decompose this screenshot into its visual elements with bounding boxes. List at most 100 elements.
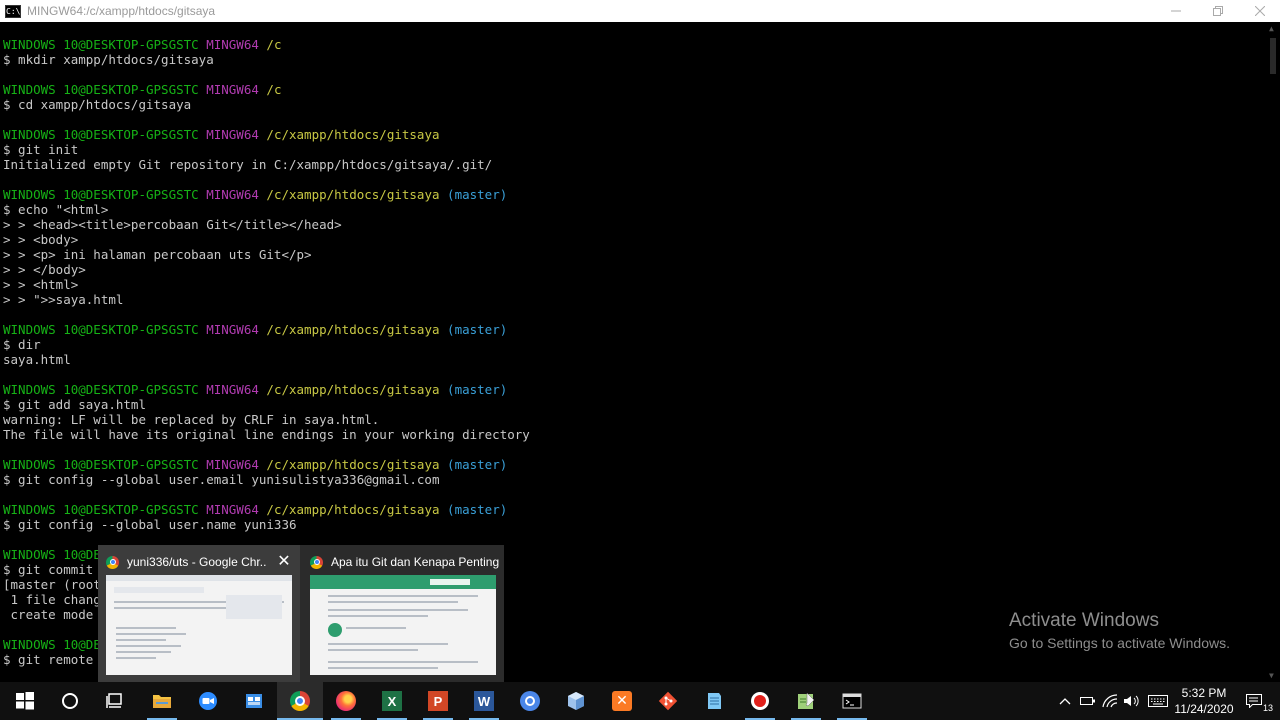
prompt-shell: MINGW64 <box>206 457 267 472</box>
chrome-icon <box>290 691 310 711</box>
taskbar-powerpoint[interactable]: P <box>415 682 461 720</box>
prompt-path: /c/xampp/htdocs/gitsaya <box>266 322 448 337</box>
scroll-down-icon[interactable]: ▼ <box>1269 671 1274 680</box>
prompt-user: WINDOWS 10@DESKTOP-GPSGSTC <box>3 382 207 397</box>
window-title: MINGW64:/c/xampp/htdocs/gitsaya <box>27 4 216 18</box>
window-title-bar[interactable]: C:\ MINGW64:/c/xampp/htdocs/gitsaya <box>0 0 1280 22</box>
taskbar-terminal[interactable] <box>829 682 875 720</box>
chrome-icon <box>310 555 323 569</box>
prompt-shell: MINGW64 <box>206 187 267 202</box>
scroll-up-icon[interactable]: ▲ <box>1269 24 1274 33</box>
taskbar-word[interactable]: W <box>461 682 507 720</box>
taskbar: X P W ✕ 5:32 PM 11/24/2020 13 <box>0 682 1280 720</box>
terminal-line: [master (root <box>3 577 101 592</box>
terminal-text: $ git config --global user.email yunisul… <box>3 472 440 487</box>
windows-start-icon <box>16 692 34 710</box>
terminal-line: > > <head><title>percobaan Git</title></… <box>3 217 342 232</box>
preview-window-article[interactable]: Apa itu Git dan Kenapa Penting... <box>302 545 504 682</box>
prompt-shell: MINGW64 <box>206 382 267 397</box>
activate-subtitle: Go to Settings to activate Windows. <box>1009 635 1230 651</box>
maximize-button[interactable] <box>1196 0 1240 22</box>
network-button[interactable] <box>1100 682 1120 720</box>
record-icon <box>751 692 769 710</box>
notepad-icon <box>708 693 721 709</box>
keyboard-button[interactable] <box>1146 682 1170 720</box>
close-button[interactable] <box>1238 0 1280 22</box>
taskbar-file-explorer[interactable] <box>139 682 185 720</box>
terminal-line: WINDOWS 10@DESKTOP-GPSGSTC MINGW64 /c/xa… <box>3 127 440 142</box>
preview-header: yuni336/uts - Google Chr... <box>106 553 296 571</box>
preview-header: Apa itu Git dan Kenapa Penting... <box>310 553 500 571</box>
terminal-line: WINDOWS 10@DE <box>3 637 101 652</box>
volume-button[interactable] <box>1122 682 1142 720</box>
terminal-text: $ git init <box>3 142 79 157</box>
terminal-text: [master (root <box>3 577 101 592</box>
activate-title: Activate Windows <box>1009 610 1159 631</box>
action-center-button[interactable] <box>1244 682 1264 720</box>
task-view-button[interactable] <box>92 682 138 720</box>
preview-close-button[interactable]: ✕ <box>274 551 294 571</box>
terminal-line: $ cd xampp/htdocs/gitsaya <box>3 97 191 112</box>
scrollbar-thumb[interactable] <box>1270 38 1276 74</box>
terminal-text: $ git add saya.html <box>3 397 146 412</box>
terminal-line: > > <body> <box>3 232 78 247</box>
terminal-text: create mode <box>3 607 101 622</box>
terminal-text: Initialized empty Git repository in C:/x… <box>3 157 493 172</box>
terminal-scrollbar[interactable]: ▲ ▼ <box>1266 22 1280 682</box>
terminal-text: > > <html> <box>3 277 79 292</box>
chrome-icon <box>106 555 119 569</box>
taskbar-recorder[interactable] <box>737 682 783 720</box>
terminal-text: > > <head><title>percobaan Git</title></… <box>3 217 342 232</box>
cortana-button[interactable] <box>47 682 93 720</box>
prompt-user: WINDOWS 10@DESKTOP-GPSGSTC <box>3 502 207 517</box>
minimize-button[interactable] <box>1154 0 1198 22</box>
taskbar-zoom[interactable] <box>185 682 231 720</box>
task-view-icon <box>106 693 122 708</box>
preview-window-github[interactable]: yuni336/uts - Google Chr... ✕ <box>98 545 300 682</box>
notification-icon <box>1246 694 1262 708</box>
system-clock[interactable]: 5:32 PM 11/24/2020 <box>1168 685 1240 717</box>
prompt-shell: MINGW64 <box>206 82 267 97</box>
taskbar-store[interactable] <box>231 682 277 720</box>
taskbar-xampp[interactable]: ✕ <box>599 682 645 720</box>
terminal-line: WINDOWS 10@DESKTOP-GPSGSTC MINGW64 /c/xa… <box>3 187 507 202</box>
terminal-text: 1 file chang <box>3 592 101 607</box>
powerpoint-icon: P <box>428 691 448 711</box>
terminal-line: WINDOWS 10@DESKTOP-GPSGSTC MINGW64 /c/xa… <box>3 382 507 397</box>
terminal-text: warning: LF will be replaced by CRLF in … <box>3 412 380 427</box>
terminal-line: Initialized empty Git repository in C:/x… <box>3 157 492 172</box>
taskbar-virtualbox[interactable] <box>553 682 599 720</box>
xampp-icon: ✕ <box>612 691 632 711</box>
prompt-path: /c/xampp/htdocs/gitsaya <box>266 457 448 472</box>
taskbar-chrome[interactable] <box>277 682 323 720</box>
prompt-branch: (master) <box>447 187 508 202</box>
prompt-shell: MINGW64 <box>206 37 267 52</box>
prompt-path: /c/xampp/htdocs/gitsaya <box>266 187 448 202</box>
start-button[interactable] <box>2 682 48 720</box>
excel-icon: X <box>382 691 402 711</box>
taskbar-notepad[interactable] <box>691 682 737 720</box>
terminal-app-icon: C:\ <box>5 4 21 18</box>
prompt-path: /c <box>266 37 282 52</box>
terminal-line: WINDOWS 10@DESKTOP-GPSGSTC MINGW64 /c/xa… <box>3 502 507 517</box>
preview-page-thumbnail <box>106 575 292 675</box>
terminal-text: $ mkdir xampp/htdocs/gitsaya <box>3 52 214 67</box>
taskbar-excel[interactable]: X <box>369 682 415 720</box>
prompt-path: /c/xampp/htdocs/gitsaya <box>266 382 448 397</box>
taskbar-chrome-2[interactable] <box>507 682 553 720</box>
search-icon <box>62 693 78 709</box>
show-hidden-icons-button[interactable] <box>1056 682 1074 720</box>
prompt-shell: MINGW64 <box>206 127 267 142</box>
battery-button[interactable] <box>1078 682 1098 720</box>
terminal-line: $ git remote <box>3 652 101 667</box>
terminal-line: > > ">>saya.html <box>3 292 123 307</box>
prompt-branch: (master) <box>447 382 508 397</box>
taskbar-notepad-plus[interactable] <box>783 682 829 720</box>
terminal-line: $ git config --global user.email yunisul… <box>3 472 440 487</box>
terminal-text: $ cd xampp/htdocs/gitsaya <box>3 97 192 112</box>
taskbar-firefox[interactable] <box>323 682 369 720</box>
taskbar-git[interactable] <box>645 682 691 720</box>
prompt-user: WINDOWS 10@DESKTOP-GPSGSTC <box>3 82 207 97</box>
box-icon <box>568 692 584 710</box>
prompt-branch: (master) <box>447 457 508 472</box>
